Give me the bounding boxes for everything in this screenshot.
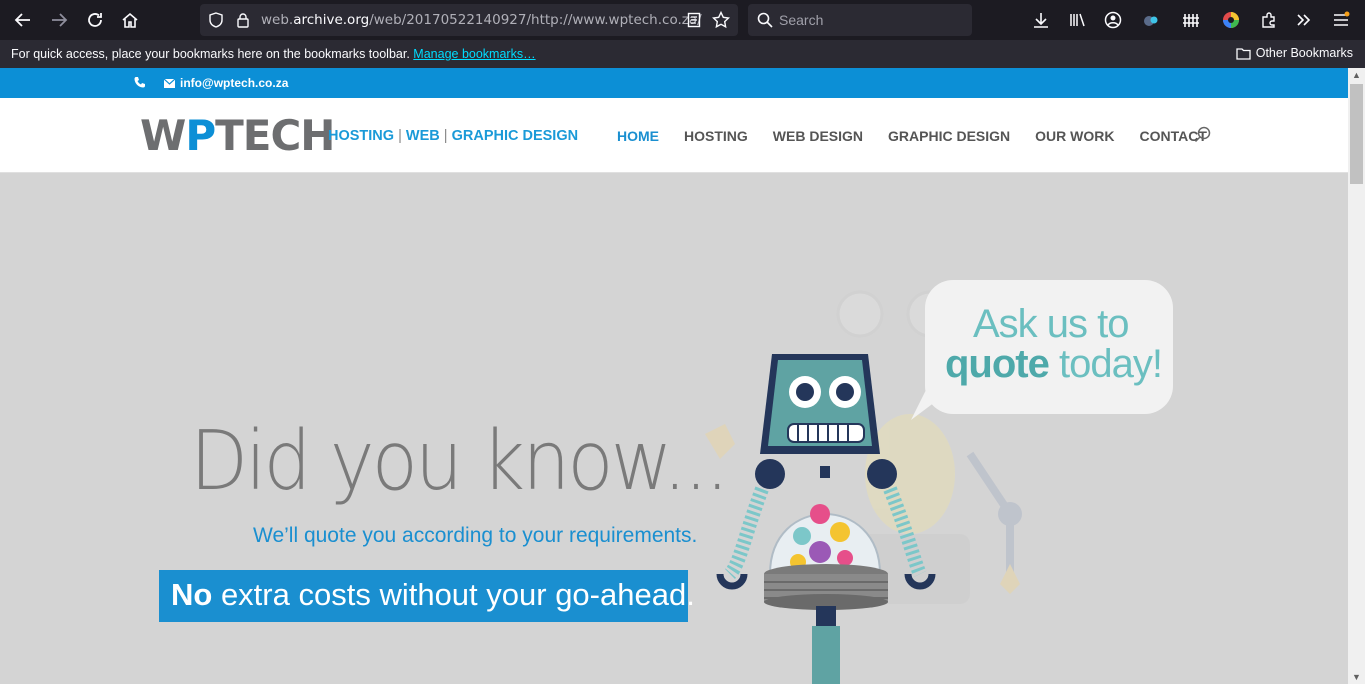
bookmark-star-icon[interactable] [711,10,731,30]
menu-item-graphic-design[interactable]: GRAPHIC DESIGN [888,128,1010,144]
cta-text: extra costs without your go-ahead. [212,577,695,612]
menu-item-hosting[interactable]: HOSTING [684,128,748,144]
tagline-hosting: HOSTING [328,128,395,144]
main-menu: HOME HOSTING WEB DESIGN GRAPHIC DESIGN O… [617,128,1207,144]
browser-toolbar: web.archive.org/web/20170522140927/http:… [0,0,1365,40]
folder-icon [1236,47,1251,60]
email-text: info@wptech.co.za [180,76,289,90]
bubble-line-1: Ask us to [973,302,1130,346]
web-page: info@wptech.co.za WPTECH HOSTING | WEB |… [0,68,1348,684]
menu-item-home[interactable]: HOME [617,128,659,144]
speech-bubble[interactable]: Ask us to quote today! [911,280,1173,420]
extension-vpn-icon[interactable] [1139,8,1163,32]
url-prefix: web. [261,12,294,28]
extensions-puzzle-icon[interactable] [1257,8,1281,32]
downloads-icon[interactable] [1029,8,1053,32]
back-icon[interactable] [9,6,37,34]
cta-bold: No [171,577,213,612]
bubble-line-2: quote today! [945,342,1163,387]
bookmarks-toolbar: For quick access, place your bookmarks h… [0,40,1365,68]
url-bar[interactable]: web.archive.org/web/20170522140927/http:… [200,4,738,36]
phone-icon[interactable] [134,76,146,91]
menu-item-our-work[interactable]: OUR WORK [1035,128,1114,144]
hero-subline: We’ll quote you according to your requir… [253,524,698,547]
hero-headline: Did you know... [190,414,729,509]
extension-color-wheel-icon[interactable] [1219,8,1243,32]
other-bookmarks-label: Other Bookmarks [1255,46,1353,60]
tagline-separator: | [443,128,448,144]
url-text[interactable]: web.archive.org/web/20170522140927/http:… [261,12,702,28]
logo-p: P [185,111,216,160]
manage-bookmarks-link[interactable]: Manage bookmarks… [413,47,535,61]
email-link[interactable]: info@wptech.co.za [164,76,288,90]
envelope-icon [164,78,175,88]
site-tagline: HOSTING | WEB | GRAPHIC DESIGN [328,128,578,144]
bookmarks-hint-text: For quick access, place your bookmarks h… [11,47,410,61]
site-logo[interactable]: WPTECH [140,115,335,157]
extension-fence-icon[interactable] [1179,8,1203,32]
bookmarks-hint: For quick access, place your bookmarks h… [11,47,536,61]
search-icon [755,10,775,30]
contact-top-bar: info@wptech.co.za [0,68,1348,98]
site-header: WPTECH HOSTING | WEB | GRAPHIC DESIGN HO… [0,98,1348,173]
bubble-rest: today! [1048,342,1163,386]
hero-slider: Did you know... We’ll quote you accordin… [0,174,1348,684]
forward-icon[interactable] [45,6,73,34]
reload-icon[interactable] [81,6,109,34]
search-bar[interactable]: Search [748,4,972,36]
overflow-chevron-icon[interactable] [1292,8,1316,32]
bubble-bold: quote [945,342,1050,386]
scroll-up-icon[interactable]: ▲ [1352,70,1361,80]
url-host: archive.org [293,12,370,28]
logo-w: W [140,111,186,160]
search-placeholder: Search [779,12,824,28]
account-icon[interactable] [1101,8,1125,32]
shield-icon[interactable] [206,10,226,30]
hamburger-menu-icon[interactable] [1329,8,1353,32]
url-path: /web/20170522140927/http://www.wptech.co… [369,12,702,28]
browser-chrome: web.archive.org/web/20170522140927/http:… [0,0,1365,68]
scrollbar-thumb[interactable] [1350,84,1363,184]
library-icon[interactable] [1065,8,1089,32]
lock-icon[interactable] [233,10,253,30]
other-bookmarks-button[interactable]: Other Bookmarks [1236,46,1353,60]
page-scrollbar[interactable]: ▲ ▼ [1348,68,1365,684]
reader-view-icon[interactable] [684,10,704,30]
tagline-separator: | [398,128,402,144]
hero-cta-banner: No extra costs without your go-ahead. [159,570,695,622]
menu-item-web-design[interactable]: WEB DESIGN [773,128,863,144]
tagline-graphic-design: GRAPHIC DESIGN [451,128,579,144]
tagline-web: WEB [405,128,440,144]
logo-tech: TECH [215,111,335,160]
site-search-icon[interactable] [1194,126,1212,149]
home-icon[interactable] [116,6,144,34]
scroll-down-icon[interactable]: ▼ [1352,672,1361,682]
